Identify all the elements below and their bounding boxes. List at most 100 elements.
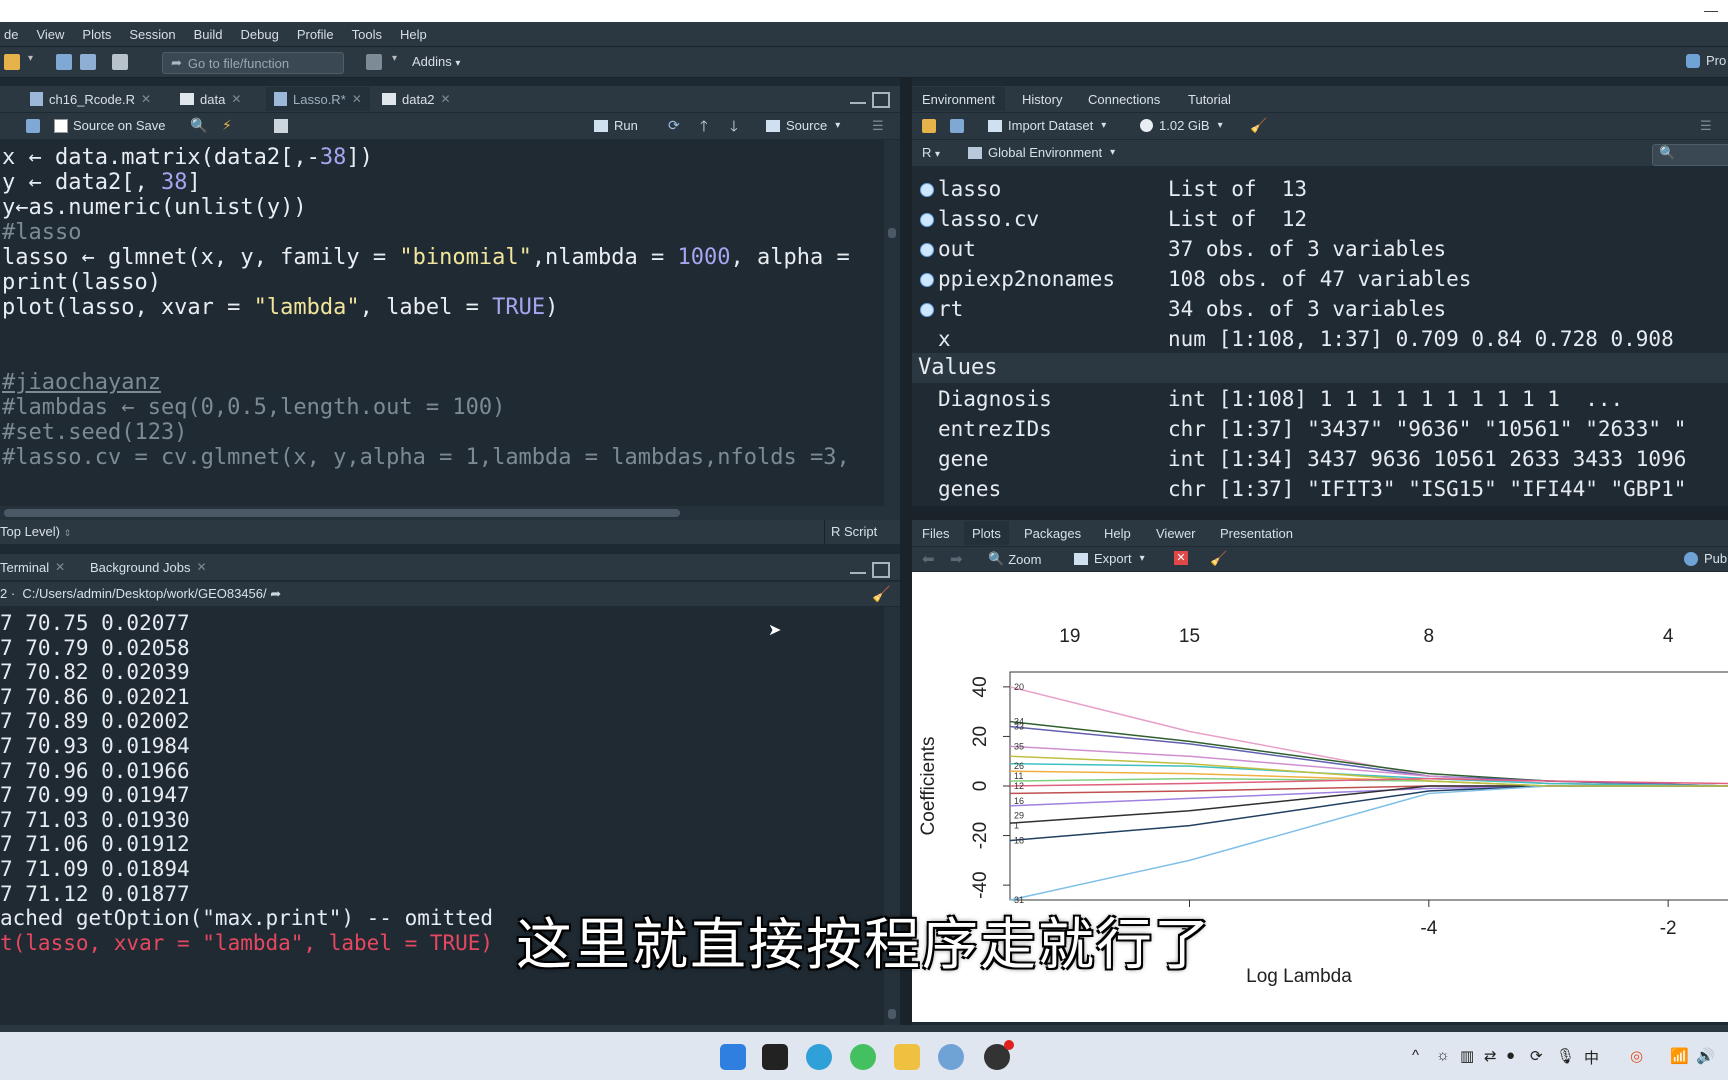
- tab-presentation[interactable]: Presentation: [1220, 521, 1293, 545]
- tab-plots[interactable]: Plots: [964, 521, 1009, 545]
- close-icon[interactable]: ✕: [441, 92, 451, 106]
- menu-item[interactable]: Build: [194, 27, 223, 42]
- tab-environment[interactable]: Environment: [912, 87, 1005, 111]
- save-icon[interactable]: [26, 119, 40, 133]
- environment-row[interactable]: gene int [1:34] 3437 9636 10561 2633 3433…: [914, 444, 1728, 474]
- dropdown-arrow-icon[interactable]: ▾: [392, 53, 397, 64]
- source-button[interactable]: Source ▾: [766, 118, 840, 133]
- minimize-pane-icon[interactable]: [850, 562, 866, 574]
- tab-files[interactable]: Files: [922, 521, 949, 545]
- source-on-save-checkbox[interactable]: Source on Save: [54, 118, 166, 133]
- tray-settings-icon[interactable]: ☼: [1436, 1047, 1450, 1064]
- environment-scope-selector[interactable]: Global Environment ▾: [968, 145, 1115, 160]
- tab-history[interactable]: History: [1022, 87, 1062, 111]
- volume-icon[interactable]: 🔊: [1696, 1047, 1715, 1065]
- dropdown-arrow-icon[interactable]: ▾: [28, 53, 33, 64]
- expand-icon[interactable]: [920, 243, 934, 257]
- rstudio-icon[interactable]: [938, 1044, 964, 1070]
- wechat-icon[interactable]: [850, 1044, 876, 1070]
- menu-item[interactable]: Debug: [241, 27, 279, 42]
- export-button[interactable]: Export ▾: [1074, 551, 1145, 566]
- terminal-icon[interactable]: [762, 1044, 788, 1070]
- close-icon[interactable]: ✕: [352, 92, 362, 106]
- tab-packages[interactable]: Packages: [1024, 521, 1081, 545]
- wifi-icon[interactable]: 📶: [1670, 1047, 1689, 1065]
- project-menu[interactable]: Pro: [1686, 53, 1726, 68]
- publish-button[interactable]: Pub: [1684, 551, 1727, 566]
- expand-icon[interactable]: [920, 273, 934, 287]
- menu-lines-icon[interactable]: ☰: [872, 118, 884, 134]
- print-icon[interactable]: [112, 54, 128, 70]
- minimize-pane-icon[interactable]: [850, 92, 866, 104]
- arrow-up-icon[interactable]: 🡑: [700, 116, 708, 141]
- tab-tutorial[interactable]: Tutorial: [1188, 87, 1231, 111]
- tab-terminal[interactable]: Terminal ✕: [0, 555, 65, 579]
- tray-sync-icon[interactable]: ⟳: [1530, 1047, 1543, 1065]
- forward-arrow-icon[interactable]: ➡: [950, 550, 963, 568]
- menu-item[interactable]: Tools: [352, 27, 382, 42]
- grid-layout-icon[interactable]: [366, 54, 382, 70]
- environment-row[interactable]: genes chr [1:37] "IFIT3" "ISG15" "IFI44" …: [914, 474, 1728, 504]
- rerun-icon[interactable]: ⟳: [668, 117, 680, 134]
- windows-start-icon[interactable]: [720, 1044, 746, 1070]
- tab-viewer[interactable]: Viewer: [1156, 521, 1196, 545]
- goto-file-input[interactable]: ➦ Go to file/function: [162, 52, 344, 74]
- save-icon[interactable]: [56, 54, 72, 70]
- editor-horizontal-scrollbar[interactable]: [0, 506, 900, 520]
- tab-data2[interactable]: data2 ✕: [382, 87, 451, 111]
- folder-icon[interactable]: [894, 1044, 920, 1070]
- arrow-down-icon[interactable]: 🡓: [730, 116, 738, 141]
- scope-selector[interactable]: Top Level) ⇕: [0, 524, 71, 539]
- search-icon[interactable]: 🔍: [190, 117, 207, 134]
- broom-icon[interactable]: 🧹: [872, 585, 891, 603]
- app-red-icon[interactable]: [984, 1040, 1014, 1070]
- tab-ch16-rcode[interactable]: ch16_Rcode.R ✕: [30, 87, 151, 111]
- environment-row[interactable]: out 37 obs. of 3 variables: [914, 234, 1728, 264]
- close-icon[interactable]: ✕: [196, 560, 206, 574]
- remove-plot-icon[interactable]: ✕: [1174, 551, 1188, 565]
- menu-item[interactable]: de: [4, 27, 18, 42]
- expand-icon[interactable]: [920, 213, 934, 227]
- save-all-icon[interactable]: [80, 54, 96, 70]
- broom-icon[interactable]: 🧹: [1250, 117, 1267, 134]
- environment-row[interactable]: entrezIDs chr [1:37] "3437" "9636" "10561…: [914, 414, 1728, 444]
- menu-item[interactable]: View: [36, 27, 64, 42]
- environment-row[interactable]: lasso.cv List of 12: [914, 204, 1728, 234]
- tray-mic-icon[interactable]: 🎙: [1556, 1047, 1575, 1065]
- new-file-icon[interactable]: [4, 54, 20, 70]
- addins-menu[interactable]: Addins ▾: [412, 54, 460, 69]
- expand-icon[interactable]: [920, 303, 934, 317]
- run-button[interactable]: Run: [594, 118, 638, 133]
- expand-icon[interactable]: [920, 183, 934, 197]
- environment-search-input[interactable]: 🔍: [1652, 144, 1728, 166]
- tray-app-icon[interactable]: ◎: [1630, 1047, 1643, 1065]
- list-view-icon[interactable]: ☰: [1700, 118, 1712, 134]
- file-type-selector[interactable]: R Script: [824, 520, 901, 544]
- pane-splitter[interactable]: [900, 78, 912, 1028]
- tray-wechat-icon[interactable]: ●: [1506, 1047, 1515, 1064]
- memory-usage[interactable]: 1.02 GiB ▾: [1140, 118, 1223, 133]
- menu-item[interactable]: Help: [400, 27, 427, 42]
- tab-background-jobs[interactable]: Background Jobs ✕: [90, 555, 207, 579]
- tab-lasso-r[interactable]: Lasso.R* ✕: [266, 87, 370, 111]
- tray-chevron-icon[interactable]: ^: [1412, 1047, 1419, 1064]
- environment-row[interactable]: ppiexp2nonames 108 obs. of 47 variables: [914, 264, 1728, 294]
- outline-icon[interactable]: [274, 119, 288, 133]
- editor-vertical-scrollbar[interactable]: [884, 140, 900, 506]
- broom-icon[interactable]: 🧹: [1210, 550, 1227, 567]
- environment-row[interactable]: lasso List of 13: [914, 174, 1728, 204]
- import-dataset-button[interactable]: Import Dataset ▾: [988, 118, 1106, 133]
- magic-wand-icon[interactable]: ⚡: [222, 117, 232, 134]
- minimize-icon[interactable]: —: [1704, 2, 1718, 18]
- load-workspace-icon[interactable]: [922, 119, 936, 133]
- tray-switch-icon[interactable]: ⇄: [1484, 1047, 1497, 1065]
- close-icon[interactable]: ✕: [231, 92, 241, 106]
- environment-row[interactable]: x num [1:108, 1:37] 0.709 0.84 0.728 0.90…: [914, 324, 1728, 354]
- zoom-button[interactable]: 🔍 Zoom: [988, 551, 1041, 567]
- menu-item[interactable]: Plots: [82, 27, 111, 42]
- menu-item[interactable]: Session: [129, 27, 175, 42]
- tray-chart-icon[interactable]: ▥: [1460, 1047, 1474, 1065]
- tab-connections[interactable]: Connections: [1088, 87, 1160, 111]
- share-arrow-icon[interactable]: ➦: [270, 586, 281, 601]
- edge-icon[interactable]: [806, 1044, 832, 1070]
